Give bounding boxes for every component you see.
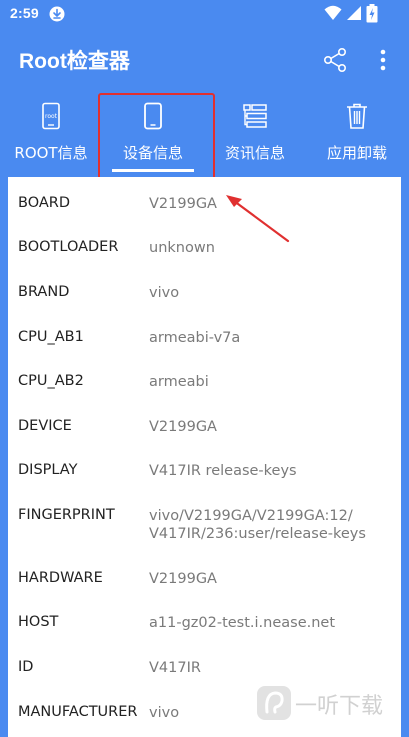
info-value: armeabi-v7a — [149, 330, 241, 346]
tab-label: ROOT信息 — [14, 144, 88, 162]
info-key: BOOTLOADER — [18, 239, 119, 255]
info-key: CPU_AB2 — [18, 373, 84, 389]
list-icon — [243, 104, 267, 128]
watermark-ear-icon: 一听下载 — [257, 686, 383, 720]
svg-text:root: root — [45, 113, 58, 120]
info-value: armeabi — [149, 374, 209, 390]
device-info-list: BOARD V2199GA BOOTLOADER unknown BRAND v… — [8, 177, 401, 737]
info-key: HARDWARE — [18, 570, 103, 586]
info-value: V2199GA — [149, 419, 217, 435]
download-icon — [49, 6, 65, 22]
signal-icon — [347, 6, 361, 20]
more-icon[interactable] — [375, 48, 391, 72]
status-time: 2:59 — [10, 5, 39, 21]
tab-app-uninstall[interactable]: 应用卸载 — [306, 92, 408, 172]
info-value: vivo/V2199GA/V2199GA:12/ V417IR/236:user… — [149, 508, 366, 542]
tab-news-info[interactable]: 资讯信息 — [204, 92, 306, 172]
tab-label: 资讯信息 — [224, 144, 285, 162]
share-icon[interactable] — [322, 47, 348, 73]
info-key: MANUFACTURER — [18, 704, 138, 720]
info-key: ID — [18, 659, 34, 675]
info-key: BRAND — [18, 284, 70, 300]
info-value: V2199GA — [149, 571, 217, 587]
annotation-highlight-box — [98, 93, 215, 187]
info-key: DEVICE — [18, 418, 72, 434]
info-key: BOARD — [18, 195, 71, 211]
battery-charging-icon — [366, 4, 378, 23]
tab-label: 应用卸载 — [326, 144, 387, 162]
info-value: a11-gz02-test.i.nease.net — [149, 615, 336, 631]
info-key: FINGERPRINT — [18, 507, 115, 523]
status-bar: 2:59 — [0, 0, 409, 28]
wifi-icon — [324, 5, 342, 20]
app-bar: Root检查器 — [0, 28, 409, 92]
annotation-arrow — [226, 195, 290, 243]
info-key: DISPLAY — [18, 462, 78, 478]
tab-root-info[interactable]: root ROOT信息 — [0, 92, 102, 172]
info-value: vivo — [149, 285, 180, 301]
info-key: CPU_AB1 — [18, 329, 84, 345]
info-value: V417IR — [149, 660, 201, 676]
app-title: Root检查器 — [19, 50, 130, 73]
watermark-logo: 一听下载 — [255, 684, 405, 724]
info-value: V417IR release-keys — [149, 463, 297, 479]
root-phone-icon: root — [42, 102, 60, 130]
trash-icon — [347, 103, 367, 129]
info-key: HOST — [18, 614, 59, 630]
watermark-text: 一听下载 — [295, 694, 383, 719]
